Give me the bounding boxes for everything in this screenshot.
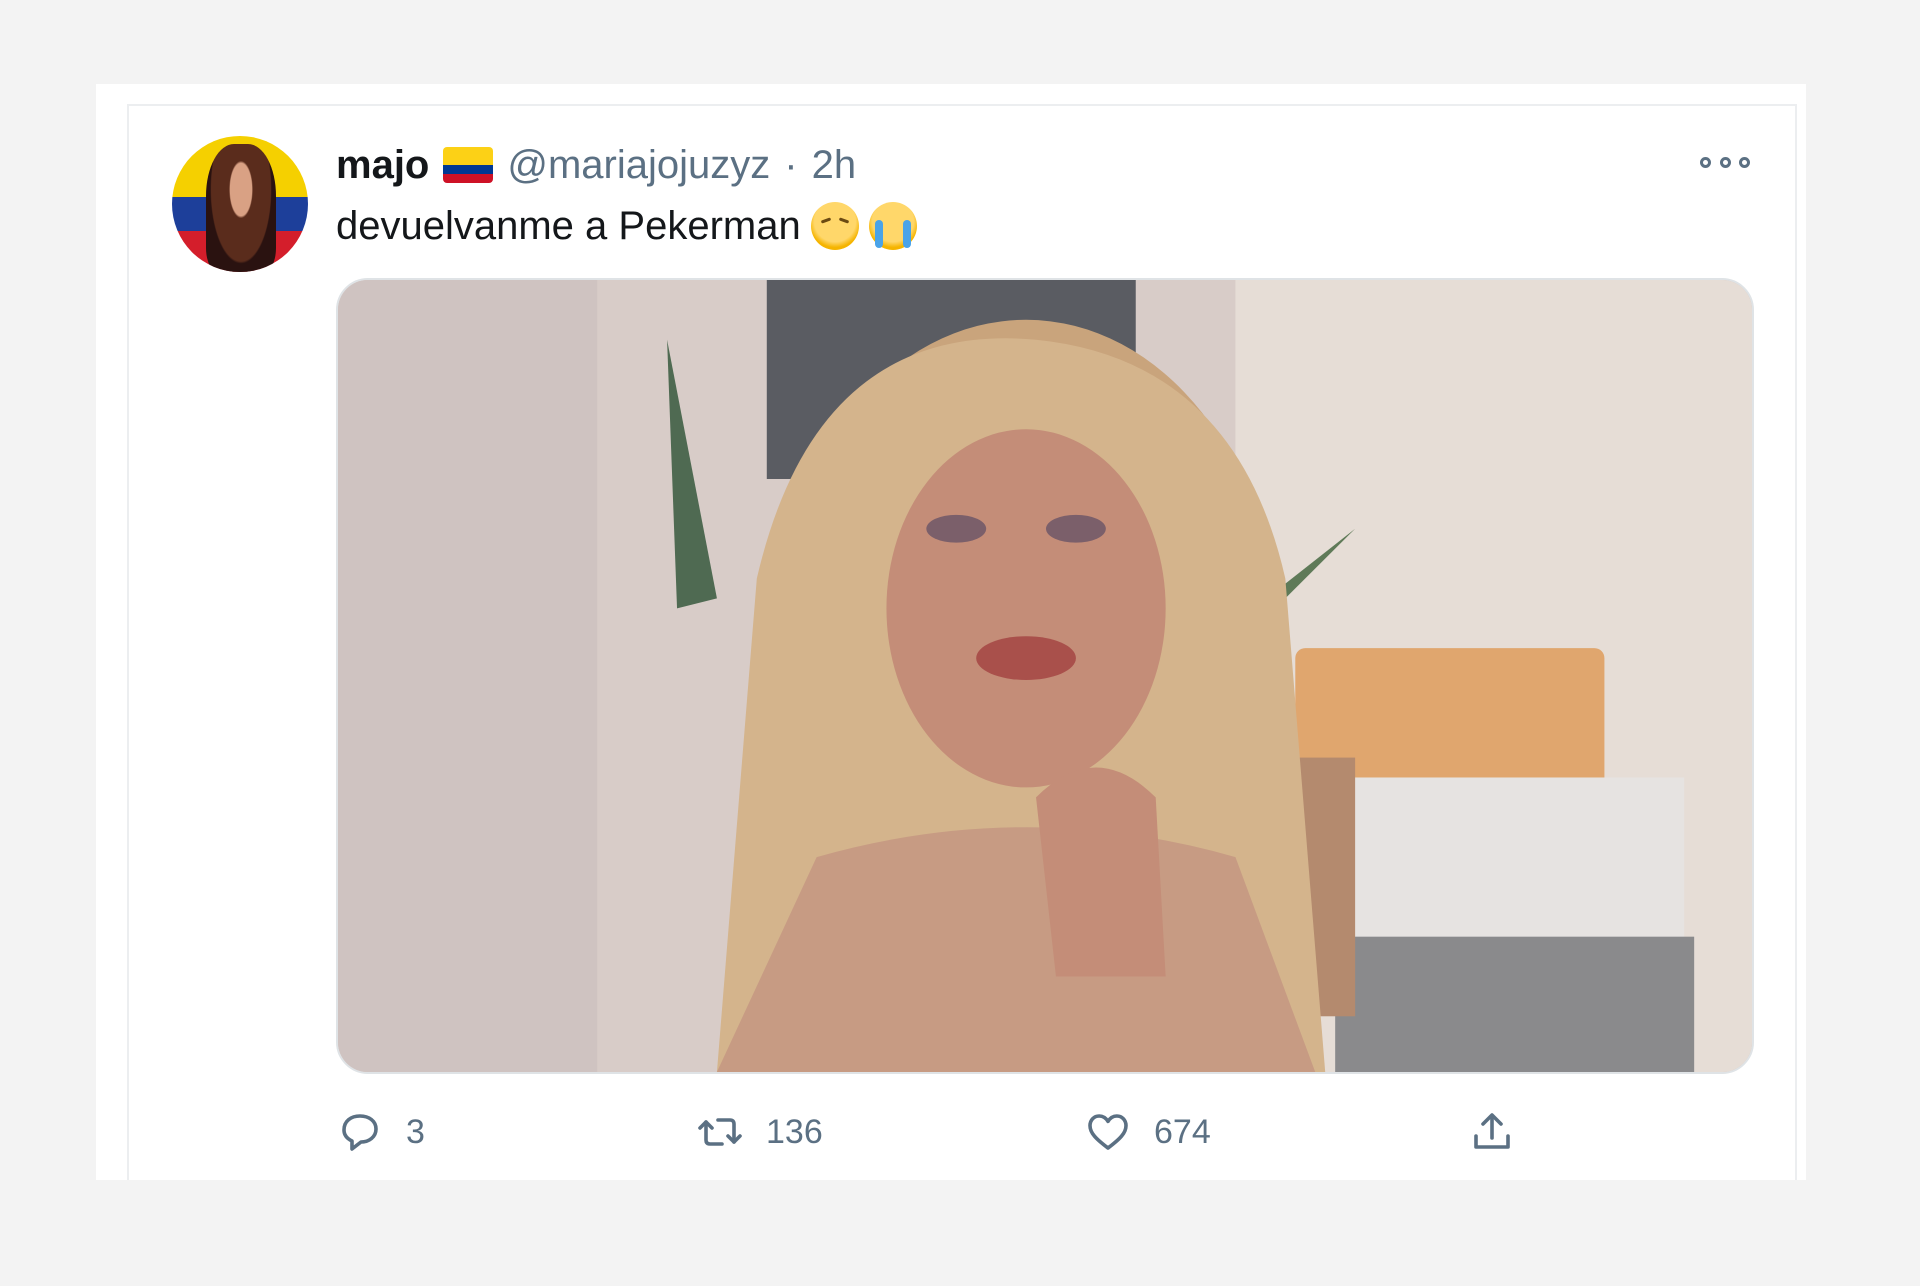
media-image-illustration [338,280,1752,1072]
tweet-time[interactable]: 2h [812,143,857,188]
retweet-count: 136 [766,1112,823,1151]
tweet-actions: 3 136 674 [336,1100,1736,1164]
retweet-icon [698,1118,742,1146]
tweet-text-body: devuelvanme a Pekerman [336,203,801,248]
avatar[interactable] [172,136,308,272]
retweet-button[interactable]: 136 [696,1100,823,1164]
display-name[interactable]: majo [336,143,429,188]
tweet-media-image[interactable] [336,278,1754,1074]
loudly-crying-face-emoji-icon [868,202,917,250]
tweet-text: devuelvanme a Pekerman [336,198,917,254]
header-separator: · [784,142,798,187]
like-count: 674 [1154,1112,1211,1151]
colombia-flag-icon [443,147,494,183]
reply-count: 3 [406,1112,425,1151]
share-upload-icon [1474,1113,1510,1149]
heart-icon [1088,1114,1128,1150]
like-button[interactable]: 674 [1084,1100,1211,1164]
share-button[interactable] [1468,1100,1516,1164]
more-horizontal-icon[interactable] [1700,148,1750,176]
avatar-portrait [206,144,276,272]
reply-button[interactable]: 3 [336,1100,425,1164]
user-handle[interactable]: @mariajojuzyz [507,143,770,188]
pensive-face-emoji-icon [810,202,859,250]
tweet-header: majo @mariajojuzyz · 2h [336,140,856,190]
reply-bubble-icon [342,1114,378,1151]
